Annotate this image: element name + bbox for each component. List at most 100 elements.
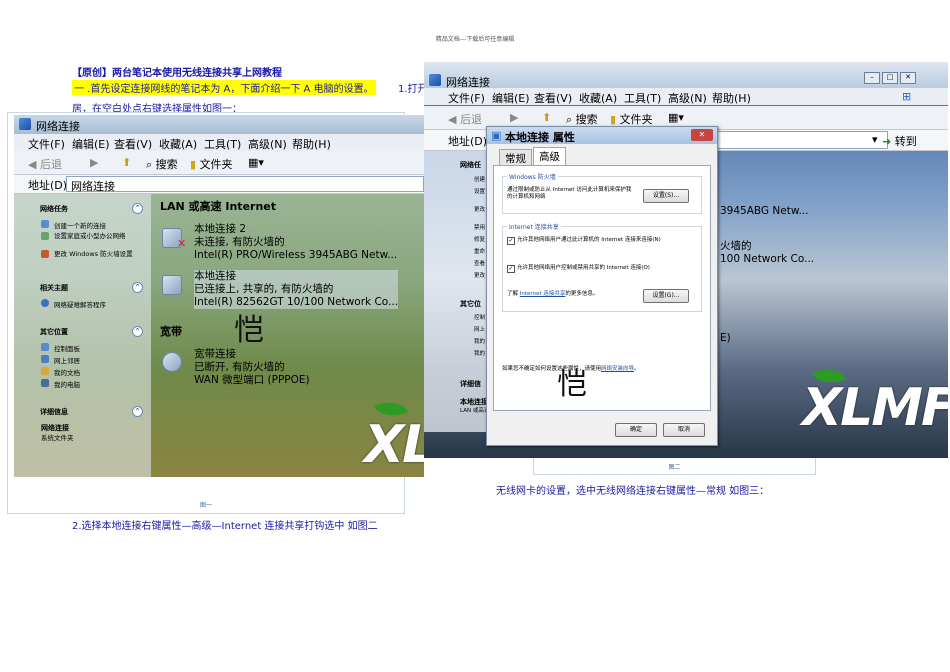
conn-status: 已断开, 有防火墙的	[194, 361, 285, 373]
place-computer[interactable]: 我的电脑	[54, 379, 80, 389]
address-dropdown-icon[interactable]: ▾	[872, 133, 878, 146]
menu-help[interactable]: 帮助(H)	[712, 90, 751, 106]
task-firewall[interactable]: 更改 Windows 防火墙设置	[54, 250, 146, 258]
forward-icon[interactable]: ▶	[90, 156, 98, 169]
window-title: 网络连接	[36, 120, 80, 133]
signature-watermark: 恺	[557, 367, 587, 402]
dialog-close-button[interactable]: ✕	[691, 129, 713, 141]
menu-advanced[interactable]: 高级(N)	[668, 90, 707, 106]
maximize-button[interactable]: □	[882, 72, 898, 84]
ics-allow-label: 允许其他网络用户通过此计算机的 Internet 连接来连接(N)	[517, 237, 661, 243]
menu-view[interactable]: 查看(V)	[534, 90, 572, 106]
address-label: 地址(D)	[448, 135, 488, 148]
details-subtitle: 系统文件夹	[41, 434, 74, 442]
search-button[interactable]: ⌕ 搜索	[146, 156, 178, 172]
task-4[interactable]: 禁用	[474, 225, 485, 232]
folders-button[interactable]: ▮ 文件夹	[190, 156, 233, 172]
menu-file[interactable]: 文件(F)	[448, 90, 485, 106]
place-network[interactable]: 网上邻居	[54, 355, 80, 365]
menu-advanced[interactable]: 高级(N)	[248, 136, 287, 152]
connection-local-2[interactable]: 本地连接 2 未连接, 有防火墙的 Intel(R) PRO/Wireless …	[194, 223, 397, 262]
collapse-icon-related[interactable]: ⌃	[132, 282, 143, 293]
views-button[interactable]: ▦▾	[248, 156, 264, 169]
collapse-icon[interactable]: ⌃	[132, 203, 143, 214]
device-fragment: 100 Network Co...	[720, 253, 815, 265]
menu-tools[interactable]: 工具(T)	[624, 90, 661, 106]
network-connections-window-2: 网络连接 – □ ✕ 文件(F) 编辑(E) 查看(V) 收藏(A) 工具(T)…	[424, 62, 948, 458]
place-3[interactable]: 我的	[474, 339, 485, 346]
place-2[interactable]: 网上	[474, 327, 485, 334]
task-3[interactable]: 更改	[474, 207, 485, 214]
connection-icon: ▣	[491, 129, 502, 142]
up-folder-icon[interactable]: ⬆	[542, 111, 551, 124]
address-input[interactable]: 网络连接	[66, 176, 424, 193]
conn-name: 本地连接	[194, 270, 236, 282]
menu-edit[interactable]: 编辑(E)	[492, 90, 530, 106]
wireless-device-fragment: 3945ABG Netw...	[720, 205, 809, 217]
go-button[interactable]: ➜ 转到	[882, 133, 917, 149]
search-label: 搜索	[155, 158, 178, 171]
connection-local[interactable]: 本地连接 已连接上, 共享的, 有防火墙的 Intel(R) 82562GT 1…	[194, 270, 399, 309]
cancel-button[interactable]: 取消	[663, 423, 705, 437]
collapse-icon-details[interactable]: ⌃	[132, 406, 143, 417]
folders-button[interactable]: ▮ 文件夹	[610, 111, 653, 127]
wizard-hint: 如果您不确定如何设置这些属性，请使用网络安装向导。	[502, 366, 692, 373]
menu-view[interactable]: 查看(V)	[114, 136, 152, 152]
collapse-icon-other[interactable]: ⌃	[132, 326, 143, 337]
place-4[interactable]: 我的	[474, 351, 485, 358]
new-connection-icon	[41, 220, 49, 228]
computer-icon	[41, 379, 49, 387]
firewall-group: Windows 防火墙 通过限制或防止从 Internet 访问此计算机来保护我…	[502, 172, 702, 214]
firewall-group-label: Windows 防火墙	[507, 172, 558, 181]
network-tasks-heading: 网络任	[460, 161, 481, 169]
ics-settings-button[interactable]: 设置(G)...	[643, 289, 689, 303]
ics-allow-checkbox[interactable]: ✓	[507, 237, 515, 245]
search-button[interactable]: ⌕ 搜索	[566, 111, 598, 127]
xlmf-logo: XLMF	[802, 378, 948, 438]
ics-help-link[interactable]: Internet 连接共享	[520, 291, 566, 297]
windows-logo-icon: ⊞	[902, 90, 912, 103]
task-6[interactable]: 重命	[474, 249, 485, 256]
network-wizard-link[interactable]: 网络安装向导	[601, 366, 634, 372]
task-2[interactable]: 设置	[474, 189, 485, 196]
dialog-title: 本地连接 属性	[505, 131, 575, 144]
back-button[interactable]: ◀ 后退	[28, 156, 62, 172]
search-label: 搜索	[575, 113, 598, 126]
menu-favorites[interactable]: 收藏(A)	[579, 90, 617, 106]
signature-watermark: 恺	[234, 313, 264, 348]
task-pane: 网络任务 ⌃ 创建一个新的连接 设置家庭或小型办公网络 更改 Windows 防…	[14, 194, 151, 477]
task-new-connection[interactable]: 创建一个新的连接	[54, 220, 106, 230]
address-label: 地址(D)	[28, 179, 68, 192]
ok-button[interactable]: 确定	[615, 423, 657, 437]
step-1-text: 一 .首先设定连接网线的笔记本为 A，下面介绍一下 A 电脑的设置。	[72, 80, 376, 95]
status-fragment: 火墙的	[720, 240, 752, 252]
ics-control-checkbox[interactable]: ✓	[507, 265, 515, 273]
task-home-network[interactable]: 设置家庭或小型办公网络	[54, 232, 146, 240]
error-x-icon: ✕	[177, 237, 187, 250]
menu-file[interactable]: 文件(F)	[28, 136, 65, 152]
forward-icon[interactable]: ▶	[510, 111, 518, 124]
menu-favorites[interactable]: 收藏(A)	[159, 136, 197, 152]
menu-tools[interactable]: 工具(T)	[204, 136, 241, 152]
close-button[interactable]: ✕	[900, 72, 916, 84]
back-button[interactable]: ◀ 后退	[448, 111, 482, 127]
other-places-heading: 其它位	[460, 300, 481, 308]
task-7[interactable]: 查看	[474, 261, 485, 268]
menu-edit[interactable]: 编辑(E)	[72, 136, 110, 152]
views-button[interactable]: ▦▾	[668, 111, 684, 124]
task-5[interactable]: 修复	[474, 237, 485, 244]
up-folder-icon[interactable]: ⬆	[122, 156, 131, 169]
place-control-panel[interactable]: 控制面板	[54, 343, 80, 353]
menu-help[interactable]: 帮助(H)	[292, 136, 331, 152]
connection-broadband[interactable]: 宽带连接 已断开, 有防火墙的 WAN 微型端口 (PPPOE)	[194, 348, 310, 387]
related-troubleshooter[interactable]: 网络疑难解答程序	[54, 299, 106, 309]
details-title: 本地连接	[460, 398, 488, 406]
task-8[interactable]: 更改	[474, 273, 485, 280]
firewall-settings-button[interactable]: 设置(S)...	[643, 189, 689, 203]
place-1[interactable]: 控制	[474, 315, 485, 322]
place-documents[interactable]: 我的文档	[54, 367, 80, 377]
menu-bar: 文件(F) 编辑(E) 查看(V) 收藏(A) 工具(T) 高级(N) 帮助(H…	[14, 134, 424, 151]
dialog-titlebar: ▣ 本地连接 属性 ✕	[487, 127, 717, 144]
task-1[interactable]: 创建	[474, 177, 485, 184]
minimize-button[interactable]: –	[864, 72, 880, 84]
